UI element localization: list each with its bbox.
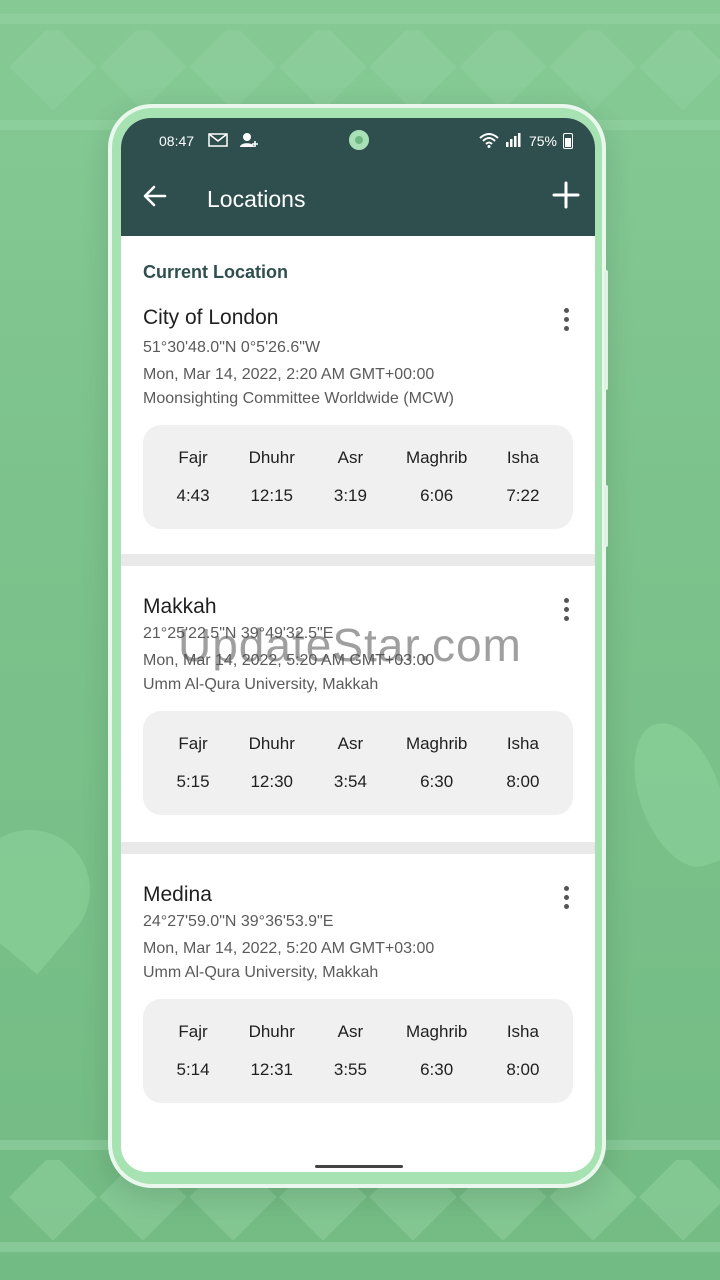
status-bar: 08:47 75% <box>121 118 595 164</box>
prayer-label: Isha <box>506 448 539 467</box>
prayer-time: 8:00 <box>506 1060 540 1079</box>
prayer-label: Asr <box>337 448 364 467</box>
prayer-slot-isha: Isha 8:00 <box>506 734 539 792</box>
prayer-times-panel: Fajr 5:14 Dhuhr 12:31 Asr 3:55 Maghrib 6:30 … <box>143 999 573 1103</box>
battery-icon <box>563 133 573 149</box>
prayer-slot-asr: Asr 3:19 <box>334 448 367 506</box>
leaf-decoration <box>616 710 720 880</box>
section-title: Current Location <box>143 262 289 282</box>
mail-icon <box>208 133 228 149</box>
prayer-slot-maghrib: Maghrib 6:06 <box>406 448 467 506</box>
kebab-menu-icon[interactable] <box>563 308 569 332</box>
wifi-icon <box>479 132 499 151</box>
prayer-slot-isha: Isha 8:00 <box>506 1022 539 1080</box>
prayer-label: Fajr <box>178 1022 208 1041</box>
person-add-icon <box>240 132 259 150</box>
location-name: Makkah <box>143 595 217 618</box>
calculation-method: Umm Al-Qura University, Makkah <box>143 676 379 693</box>
prayer-slot-dhuhr: Dhuhr 12:15 <box>249 448 295 506</box>
prayer-slot-asr: Asr 3:54 <box>334 734 367 792</box>
location-datetime: Mon, Mar 14, 2022, 5:20 AM GMT+03:00 <box>143 940 435 957</box>
prayer-times-panel: Fajr 5:15 Dhuhr 12:30 Asr 3:54 Maghrib 6:30 … <box>143 711 573 815</box>
prayer-time: 3:55 <box>333 1060 367 1079</box>
prayer-time: 7:22 <box>506 486 540 505</box>
prayer-slot-isha: Isha 7:22 <box>506 448 539 506</box>
location-name: Medina <box>143 883 212 906</box>
phone-side-button <box>604 270 608 390</box>
status-time: 08:47 <box>159 133 195 149</box>
prayer-label: Maghrib <box>405 1022 468 1041</box>
prayer-label: Maghrib <box>405 448 468 467</box>
location-datetime: Mon, Mar 14, 2022, 5:20 AM GMT+03:00 <box>143 652 435 669</box>
prayer-label: Maghrib <box>405 734 468 753</box>
prayer-label: Asr <box>337 1022 364 1041</box>
prayer-slot-fajr: Fajr 4:43 <box>176 448 209 506</box>
prayer-slot-fajr: Fajr 5:15 <box>176 734 209 792</box>
toolbar: Locations <box>121 164 595 236</box>
prayer-slot-dhuhr: Dhuhr 12:30 <box>249 734 295 792</box>
location-card[interactable]: Makkah 21°25'22.5"N 39°49'32.5"E Mon, Ma… <box>121 566 595 842</box>
location-card[interactable]: Medina 24°27'59.0"N 39°36'53.9"E Mon, Ma… <box>121 854 595 1172</box>
location-card[interactable]: Current Location City of London 51°30'48… <box>121 236 595 554</box>
location-coordinates: 21°25'22.5"N 39°49'32.5"E <box>143 625 334 642</box>
location-coordinates: 51°30'48.0"N 0°5'26.6"W <box>143 339 321 356</box>
gesture-navigation-bar[interactable] <box>315 1165 403 1168</box>
phone-side-button <box>604 485 608 547</box>
battery-level: 75% <box>528 133 557 149</box>
background-band <box>0 14 720 24</box>
background-pattern <box>0 30 720 110</box>
prayer-time: 3:54 <box>333 772 367 791</box>
app-bar: 08:47 75% Locations <box>121 118 595 236</box>
location-name: City of London <box>143 306 279 329</box>
prayer-slot-maghrib: Maghrib 6:30 <box>406 1022 467 1080</box>
plus-icon[interactable] <box>551 180 581 210</box>
prayer-slot-fajr: Fajr 5:14 <box>176 1022 209 1080</box>
location-datetime: Mon, Mar 14, 2022, 2:20 AM GMT+00:00 <box>143 366 435 383</box>
calculation-method: Moonsighting Committee Worldwide (MCW) <box>143 390 454 407</box>
prayer-label: Dhuhr <box>248 448 295 467</box>
prayer-label: Dhuhr <box>248 734 295 753</box>
prayer-time: 12:30 <box>250 772 293 791</box>
prayer-label: Isha <box>506 1022 539 1041</box>
prayer-time: 6:30 <box>420 772 454 791</box>
prayer-time: 8:00 <box>506 772 540 791</box>
page-title: Locations <box>207 186 306 212</box>
prayer-time: 3:19 <box>333 486 367 505</box>
arrow-left-icon[interactable] <box>141 182 169 210</box>
leaf-decoration <box>0 805 115 975</box>
prayer-label: Asr <box>337 734 364 753</box>
prayer-slot-asr: Asr 3:55 <box>334 1022 367 1080</box>
prayer-time: 6:06 <box>420 486 454 505</box>
calculation-method: Umm Al-Qura University, Makkah <box>143 964 379 981</box>
prayer-slot-dhuhr: Dhuhr 12:31 <box>249 1022 295 1080</box>
kebab-menu-icon[interactable] <box>563 886 569 910</box>
background-band <box>0 1242 720 1252</box>
prayer-label: Dhuhr <box>248 1022 295 1041</box>
prayer-times-panel: Fajr 4:43 Dhuhr 12:15 Asr 3:19 Maghrib 6:06 … <box>143 425 573 529</box>
signal-icon <box>505 132 523 150</box>
prayer-time: 4:43 <box>176 486 210 505</box>
prayer-time: 6:30 <box>420 1060 454 1079</box>
prayer-slot-maghrib: Maghrib 6:30 <box>406 734 467 792</box>
location-coordinates: 24°27'59.0"N 39°36'53.9"E <box>143 913 334 930</box>
prayer-time: 5:14 <box>176 1060 210 1079</box>
prayer-time: 5:15 <box>176 772 210 791</box>
prayer-time: 12:15 <box>250 486 293 505</box>
prayer-time: 12:31 <box>250 1060 293 1079</box>
prayer-label: Fajr <box>178 448 208 467</box>
front-camera <box>347 128 371 152</box>
prayer-label: Fajr <box>178 734 208 753</box>
locations-list: Current Location City of London 51°30'48… <box>121 236 595 1172</box>
prayer-label: Isha <box>506 734 539 753</box>
kebab-menu-icon[interactable] <box>563 598 569 622</box>
app-screen: 08:47 75% Locations Current Location Cit… <box>121 118 595 1172</box>
